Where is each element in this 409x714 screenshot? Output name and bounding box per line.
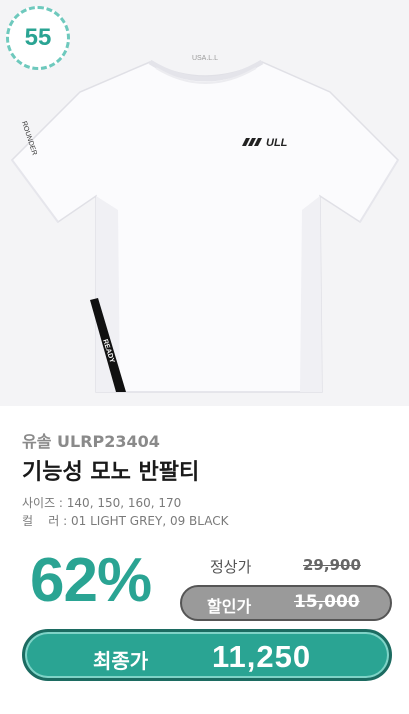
final-price: 11,250: [212, 639, 312, 674]
product-colors: 컬 러 : 01 LIGHT GREY, 09 BLACK: [22, 514, 229, 528]
regular-price-label: 정상가: [210, 558, 252, 576]
product-sizes: 사이즈 : 140, 150, 160, 170: [22, 496, 182, 510]
final-price-label: 최종가: [93, 649, 149, 673]
product-brand-code: 유솔 ULRP23404: [22, 432, 160, 451]
regular-price: 29,900: [303, 556, 361, 574]
discount-percent: 62%: [30, 546, 152, 615]
product-title[interactable]: 기능성 모노 반팔티: [22, 454, 199, 486]
sale-price: 15,000: [294, 592, 360, 612]
rank-badge: 55: [6, 6, 70, 70]
svg-text:ULL: ULL: [266, 137, 288, 149]
neck-label-text: USA.L.L: [192, 55, 218, 62]
final-price-button[interactable]: [22, 629, 392, 681]
product-image-area[interactable]: ULL USA.L.L ROUNDER READY 55: [0, 0, 409, 406]
tshirt-image: ULL USA.L.L ROUNDER READY: [11, 55, 399, 393]
sale-price-label: 할인가: [207, 597, 252, 616]
